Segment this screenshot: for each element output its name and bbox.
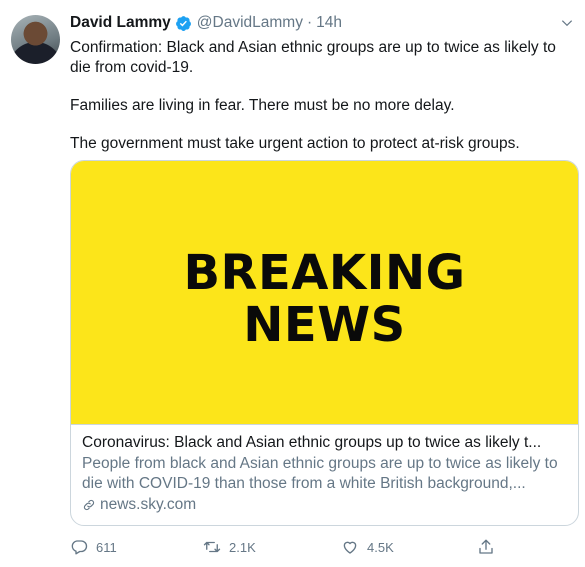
card-domain: news.sky.com — [82, 495, 569, 515]
share-button[interactable] — [477, 538, 503, 556]
reply-icon — [71, 540, 88, 555]
card-body[interactable]: Coronavirus: Black and Asian ethnic grou… — [82, 433, 569, 515]
tweet-text: Confirmation: Black and Asian ethnic gro… — [70, 38, 575, 172]
retweet-count: 2.1K — [229, 539, 256, 555]
link-card[interactable]: BREAKING NEWS Coronavirus: Black and Asi… — [70, 160, 579, 526]
separator-dot: · — [306, 14, 313, 31]
retweet-icon — [203, 541, 221, 553]
card-description: People from black and Asian ethnic group… — [82, 455, 558, 492]
reply-count: 611 — [96, 539, 117, 555]
tweet-paragraph: Families are living in fear. There must … — [70, 97, 455, 114]
tweet-header: David Lammy @DavidLammy · 14h — [70, 13, 342, 33]
tweet-actions: 611 2.1K 4.5K — [70, 538, 500, 558]
news-text: NEWS — [243, 297, 406, 353]
tweet-paragraph: Confirmation: Black and Asian ethnic gro… — [70, 39, 556, 76]
card-image[interactable]: BREAKING NEWS — [71, 161, 578, 425]
avatar[interactable] — [11, 15, 60, 64]
author-handle[interactable]: @DavidLammy — [197, 14, 303, 32]
verified-badge-icon — [175, 15, 191, 31]
tweet-paragraph: The government must take urgent action t… — [70, 135, 520, 152]
card-domain-text: news.sky.com — [100, 496, 197, 513]
heart-icon — [343, 541, 357, 554]
chevron-down-icon[interactable] — [560, 16, 574, 30]
card-title: Coronavirus: Black and Asian ethnic grou… — [82, 434, 542, 451]
link-icon — [83, 499, 95, 511]
share-icon — [479, 539, 493, 554]
like-count: 4.5K — [367, 539, 394, 555]
tweet-timestamp[interactable]: 14h — [316, 14, 342, 32]
reply-button[interactable]: 611 — [70, 538, 117, 556]
breaking-text: BREAKING — [183, 245, 466, 301]
like-button[interactable]: 4.5K — [341, 538, 394, 556]
retweet-button[interactable]: 2.1K — [203, 538, 256, 556]
author-name[interactable]: David Lammy — [70, 14, 171, 32]
breaking-news-graphic: BREAKING NEWS — [71, 247, 578, 351]
